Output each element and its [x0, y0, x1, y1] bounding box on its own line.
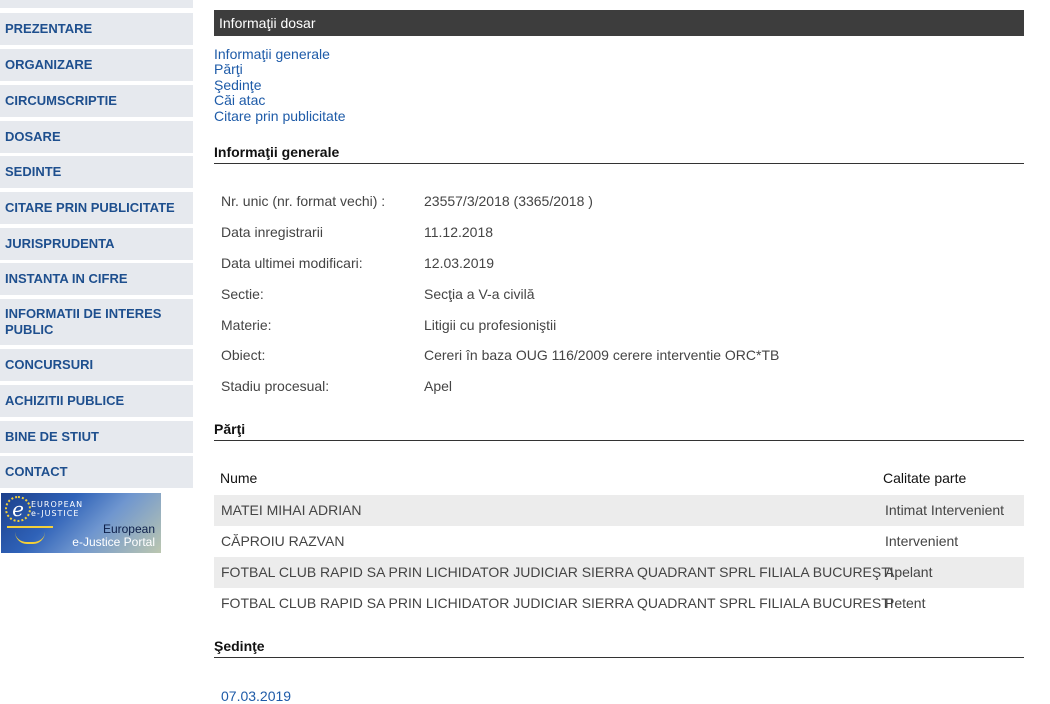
- sidebar-item-dosare[interactable]: DOSARE: [0, 121, 193, 153]
- info-label: Materie:: [221, 317, 272, 333]
- ejustice-banner-line2: e-Justice Portal: [72, 535, 155, 549]
- sidebar-item-jurisprudenta[interactable]: JURISPRUDENTA: [0, 228, 193, 260]
- info-value: 11.12.2018: [424, 224, 494, 240]
- info-value: 12.03.2019: [424, 255, 495, 271]
- table-row: FOTBAL CLUB RAPID SA PRIN LICHIDATOR JUD…: [214, 588, 1024, 619]
- ejustice-logo-text: EUROPEAN e-JUSTICE: [31, 500, 84, 518]
- toc-link-informatii-generale[interactable]: Informaţii generale: [214, 47, 330, 62]
- sidebar-item-concursuri[interactable]: CONCURSURI: [0, 349, 193, 381]
- info-label: Stadiu procesual:: [221, 378, 330, 394]
- info-value: Apel: [424, 378, 453, 394]
- party-name: MATEI MIHAI ADRIAN: [221, 502, 362, 518]
- sidebar-item-prezentare[interactable]: PREZENTARE: [0, 13, 193, 45]
- page-title: Informaţii dosar: [214, 10, 1024, 36]
- toc-link-cai-atac[interactable]: Căi atac: [214, 93, 265, 108]
- table-row: MATEI MIHAI ADRIAN Intimat Intervenient: [214, 495, 1024, 526]
- section-title-informatii-generale: Informaţii generale: [214, 144, 1024, 164]
- column-header-nume: Nume: [220, 470, 258, 486]
- toc-link-sedinte[interactable]: Şedinţe: [214, 78, 261, 93]
- sidebar-item-instanta-in-cifre[interactable]: INSTANTA IN CIFRE: [0, 263, 193, 295]
- table-row: FOTBAL CLUB RAPID SA PRIN LICHIDATOR JUD…: [214, 557, 1024, 588]
- info-value: Secţia a V-a civilă: [424, 286, 535, 302]
- ejustice-banner-caption: European e-Justice Portal: [72, 523, 155, 549]
- info-value: Litigii cu profesioniştii: [424, 317, 557, 333]
- info-label: Sectie:: [221, 286, 264, 302]
- ejustice-portal-banner[interactable]: e EUROPEAN e-JUSTICE European e-Justice …: [1, 493, 161, 553]
- info-value: 23557/3/2018 (3365/2018 ): [424, 193, 593, 209]
- sidebar-item-informatii-de-interes-public[interactable]: INFORMATII DE INTERES PUBLIC: [0, 299, 193, 345]
- sidebar-item-circumscriptie[interactable]: CIRCUMSCRIPTIE: [0, 85, 193, 117]
- sidebar-item-citare-prin-publicitate[interactable]: CITARE PRIN PUBLICITATE: [0, 192, 193, 224]
- info-value: Cereri în baza OUG 116/2009 cerere inter…: [424, 347, 780, 363]
- party-role: Intimat Intervenient: [885, 502, 1005, 518]
- sedinta-date-link[interactable]: 07.03.2019: [221, 688, 291, 704]
- party-name: CĂPROIU RAZVAN: [221, 533, 345, 549]
- party-role: Petent: [885, 595, 926, 611]
- sidebar-item-sedinte[interactable]: SEDINTE: [0, 156, 193, 188]
- sidebar-item-achizitii-publice[interactable]: ACHIZITII PUBLICE: [0, 385, 193, 417]
- info-label: Data inregistrarii: [221, 224, 323, 240]
- party-role: Apelant: [885, 564, 933, 580]
- section-title-parti: Părţi: [214, 421, 1024, 441]
- info-label: Data ultimei modificari:: [221, 255, 363, 271]
- sidebar-item-organizare[interactable]: ORGANIZARE: [0, 49, 193, 81]
- sidebar-top-strip: [0, 0, 193, 8]
- toc-link-citare-prin-publicitate[interactable]: Citare prin publicitate: [214, 109, 346, 124]
- info-label: Nr. unic (nr. format vechi) :: [221, 193, 386, 209]
- party-name: FOTBAL CLUB RAPID SA PRIN LICHIDATOR JUD…: [221, 564, 894, 580]
- justice-scale-icon: [7, 526, 53, 548]
- sidebar-item-contact[interactable]: CONTACT: [0, 456, 193, 488]
- sidebar-item-bine-de-stiut[interactable]: BINE DE STIUT: [0, 421, 193, 453]
- ejustice-logo-icon: e: [5, 496, 31, 522]
- column-header-calitate-parte: Calitate parte: [883, 470, 967, 486]
- party-name: FOTBAL CLUB RAPID SA PRIN LICHIDATOR JUD…: [221, 595, 894, 611]
- info-label: Obiect:: [221, 347, 266, 363]
- table-row: CĂPROIU RAZVAN Intervenient: [214, 526, 1024, 557]
- toc-link-parti[interactable]: Părţi: [214, 62, 243, 77]
- party-role: Intervenient: [885, 533, 959, 549]
- section-title-sedinte: Şedinţe: [214, 638, 1024, 658]
